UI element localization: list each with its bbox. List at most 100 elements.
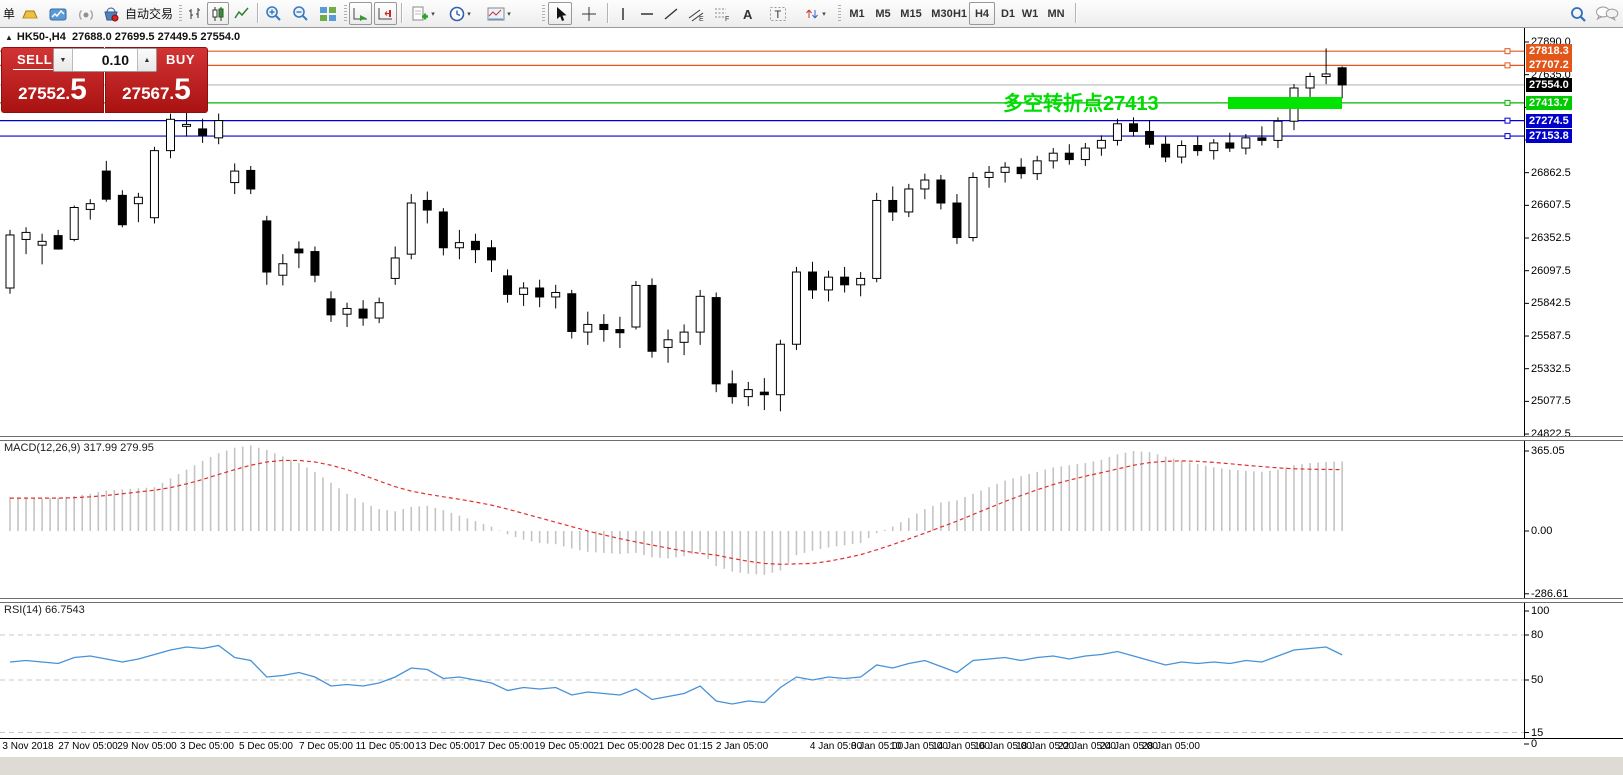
- timeframe-m5-button[interactable]: M5: [871, 2, 895, 25]
- chart-annotation-text[interactable]: 多空转折点27413: [1003, 87, 1159, 116]
- timeframe-m15-button[interactable]: M15: [896, 2, 926, 25]
- chart-canvas[interactable]: [0, 0, 1623, 775]
- sell-label: SELL: [13, 52, 56, 70]
- macd-tick-label: 0.00: [1531, 525, 1552, 537]
- channel-icon[interactable]: E: [684, 2, 708, 25]
- auto-trading-icon[interactable]: [100, 2, 122, 25]
- indicators-icon: [411, 6, 429, 22]
- price-tick-label: 26607.5: [1531, 199, 1571, 211]
- chevron-down-icon: ▾: [431, 10, 435, 18]
- toolbar: 单 自动交易: [0, 0, 1623, 28]
- price-tick-label: 26862.5: [1531, 167, 1571, 179]
- price-tick-label: 26352.5: [1531, 232, 1571, 244]
- auto-scroll-icon[interactable]: [349, 2, 372, 25]
- svg-text:E: E: [699, 16, 704, 22]
- toolbar-grip: [344, 5, 347, 22]
- time-label: 28 Jan 05:00: [1142, 741, 1200, 752]
- signal-icon[interactable]: [74, 2, 98, 25]
- window-bottom-strip: [0, 757, 1623, 775]
- time-label: 29 Nov 05:00: [117, 741, 177, 752]
- cloud-chart-icon[interactable]: [46, 2, 70, 25]
- toolbar-separator: [257, 3, 259, 23]
- price-badge: 27818.3: [1526, 44, 1572, 58]
- search-icon[interactable]: [1566, 2, 1590, 25]
- chat-icon[interactable]: [1593, 2, 1621, 25]
- svg-text:A: A: [743, 7, 753, 22]
- chevron-down-icon: ▾: [467, 10, 471, 18]
- indicators-button[interactable]: ▾: [406, 2, 440, 25]
- timeframe-d1-button[interactable]: D1: [997, 2, 1019, 25]
- collapse-arrow-icon[interactable]: ▲: [5, 33, 13, 42]
- fibonacci-icon[interactable]: F: [710, 2, 734, 25]
- timeframe-w1-button[interactable]: W1: [1018, 2, 1042, 25]
- vertical-line-icon[interactable]: [612, 2, 634, 25]
- periods-button[interactable]: ▾: [444, 2, 476, 25]
- new-order-partial-label[interactable]: 单: [2, 2, 16, 25]
- periods-clock-icon: [449, 6, 465, 22]
- time-label: 13 Dec 05:00: [415, 741, 475, 752]
- time-label: 19 Dec 05:00: [534, 741, 594, 752]
- macd-label: MACD(12,26,9) 317.99 279.95: [4, 442, 154, 454]
- time-label: 2 Jan 05:00: [716, 741, 768, 752]
- bar-chart-mode-icon[interactable]: [184, 2, 206, 25]
- tile-windows-icon[interactable]: [316, 2, 340, 25]
- toolbar-separator: [401, 3, 403, 23]
- rsi-tick-label: 0: [1531, 738, 1537, 750]
- rsi-tick-label: 15: [1531, 727, 1543, 739]
- crosshair-icon[interactable]: [577, 2, 601, 25]
- time-label: 28 Dec 01:15: [653, 741, 713, 752]
- price-tick-label: 25587.5: [1531, 330, 1571, 342]
- horizontal-line-icon[interactable]: [636, 2, 658, 25]
- chevron-down-icon: ▾: [822, 10, 826, 18]
- toolbar-separator: [1075, 3, 1077, 23]
- text-icon[interactable]: A: [738, 2, 758, 25]
- rsi-tick-label: 100: [1531, 605, 1549, 617]
- chart-shift-icon[interactable]: [374, 2, 397, 25]
- volume-spinner: ▼ ▲: [53, 48, 157, 72]
- toolbar-grip: [838, 5, 841, 22]
- mt4-terminal: 27890.027635.027380.027125.026862.526607…: [0, 0, 1623, 775]
- price-tick-label: 26097.5: [1531, 265, 1571, 277]
- rsi-tick-label: 80: [1531, 629, 1543, 641]
- price-tick-label: 25842.5: [1531, 297, 1571, 309]
- price-badge: 27413.7: [1526, 96, 1572, 110]
- arrows-icon: [804, 6, 820, 22]
- price-tick-label: 25077.5: [1531, 395, 1571, 407]
- timeframe-mn-button[interactable]: MN: [1043, 2, 1069, 25]
- trendline-icon[interactable]: [660, 2, 682, 25]
- time-label: 11 Dec 05:00: [356, 741, 415, 752]
- volume-decrease-button[interactable]: ▼: [54, 49, 73, 71]
- rsi-tick-label: 50: [1531, 674, 1543, 686]
- time-label: 27 Nov 05:00: [58, 741, 118, 752]
- arrows-tool-button[interactable]: ▾: [798, 2, 832, 25]
- volume-input[interactable]: [73, 49, 137, 71]
- text-label-icon[interactable]: T: [766, 2, 790, 25]
- symbol-ohlc: 27688.0 27699.5 27449.5 27554.0: [72, 31, 240, 43]
- zoom-in-icon[interactable]: [262, 2, 286, 25]
- time-label: 7 Dec 05:00: [299, 741, 353, 752]
- timeframe-m1-button[interactable]: M1: [845, 2, 869, 25]
- buy-price: 27567.5: [106, 73, 207, 107]
- line-chart-mode-icon[interactable]: [231, 2, 253, 25]
- templates-button[interactable]: ▾: [482, 2, 516, 25]
- gold-icon[interactable]: [18, 2, 42, 25]
- cursor-icon[interactable]: [548, 2, 572, 25]
- pane-splitter-rsi[interactable]: [0, 598, 1623, 603]
- svg-text:T: T: [775, 9, 782, 21]
- timeframe-h4-button[interactable]: H4: [969, 2, 995, 25]
- one-click-trading-panel: SELL 27552.5 BUY 27567.5 ▼ ▲: [1, 47, 209, 113]
- time-label: 5 Dec 05:00: [239, 741, 293, 752]
- zoom-out-icon[interactable]: [289, 2, 313, 25]
- time-label: 3 Nov 2018: [2, 741, 53, 752]
- price-badge: 27707.2: [1526, 58, 1572, 72]
- volume-increase-button[interactable]: ▲: [137, 49, 156, 71]
- templates-icon: [487, 7, 505, 21]
- timeframe-h1-button[interactable]: H1: [949, 2, 971, 25]
- auto-trading-button[interactable]: 自动交易: [122, 2, 176, 25]
- macd-tick-label: 365.05: [1531, 445, 1565, 457]
- pane-splitter-macd[interactable]: [0, 436, 1623, 441]
- symbol-name: HK50-,H4: [17, 31, 66, 43]
- candlestick-mode-icon[interactable]: [207, 2, 229, 25]
- svg-text:F: F: [725, 16, 729, 22]
- toolbar-separator: [607, 3, 609, 23]
